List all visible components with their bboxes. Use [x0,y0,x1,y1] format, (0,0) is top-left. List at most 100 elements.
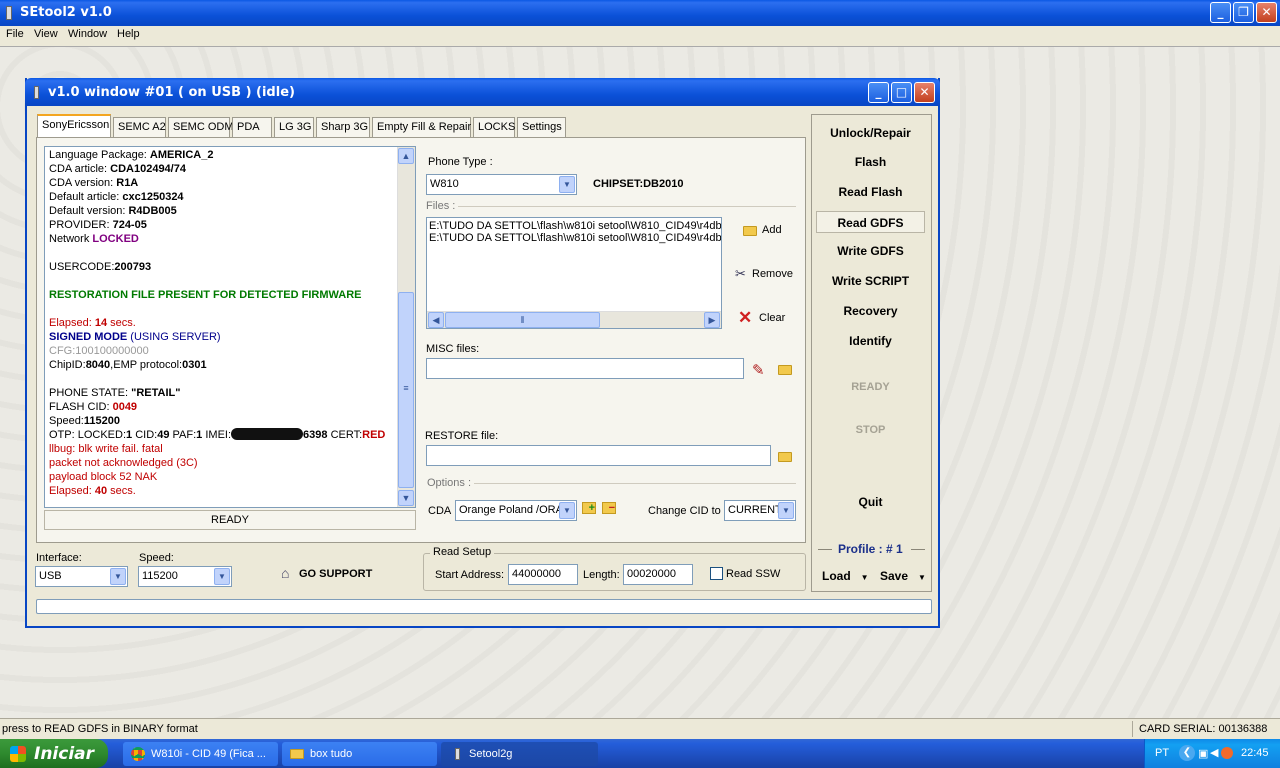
misc-files-input[interactable] [426,358,744,379]
files-list-item[interactable]: E:\TUDO DA SETTOL\flash\w810i setool\W81… [427,218,721,232]
speaker-icon[interactable]: ◀ [1210,746,1218,759]
tab-locks[interactable]: LOCKS [473,117,515,137]
log-line: payload block 52 NAK [49,471,158,483]
log-blank [49,246,415,260]
tab-lg-3g[interactable]: LG 3G [274,117,314,137]
tab-semc-odm[interactable]: SEMC ODM [168,117,234,137]
scroll-down-icon[interactable]: ▼ [398,490,414,506]
network-icon[interactable]: ▣ [1198,747,1208,760]
menu-window[interactable]: Window [68,28,107,40]
chevron-down-icon[interactable]: ▼ [778,502,794,519]
chevron-left-icon[interactable]: ❮ [1179,745,1195,761]
log-line: packet not acknowledged (3C) [49,457,198,469]
restore-file-input[interactable] [426,445,771,466]
child-minimize-button[interactable]: _ [868,82,889,103]
unlock-repair-button[interactable]: Unlock/Repair [816,122,925,144]
chipset-label: CHIPSET:DB2010 [593,178,684,190]
taskbar-item-setool[interactable]: Setool2g [441,742,598,766]
restore-folder-icon[interactable] [778,452,792,462]
files-scroll-thumb[interactable]: ⦀ [445,312,600,328]
menu-view[interactable]: View [34,28,58,40]
tab-pda[interactable]: PDA [232,117,272,137]
flash-button[interactable]: Flash [816,151,925,173]
phone-type-label: Phone Type : [428,156,493,168]
log-line: Default version: R4DB005 [49,205,177,217]
change-cid-select[interactable]: CURRENT ▼ [724,500,796,521]
log-blank [49,372,415,386]
clear-button[interactable]: ✕ Clear [738,308,788,328]
add-cda-icon[interactable]: + [582,502,596,514]
log-blank [49,302,415,316]
menu-help[interactable]: Help [117,28,140,40]
load-button[interactable]: Load ▼ [822,569,869,583]
files-list-item[interactable]: E:\TUDO DA SETTOL\flash\w810i setool\W81… [427,232,721,246]
scroll-right-icon[interactable]: ▶ [704,312,720,328]
tab-settings[interactable]: Settings [517,117,566,137]
antivirus-icon[interactable] [1221,747,1233,759]
log-status: READY [44,510,416,530]
write-script-button[interactable]: Write SCRIPT [816,270,925,292]
speed-select[interactable]: 115200 ▼ [138,566,232,587]
menu-file[interactable]: File [6,28,24,40]
scroll-up-icon[interactable]: ▲ [398,148,414,164]
length-input[interactable]: 00020000 [623,564,693,585]
quit-button[interactable]: Quit [816,491,925,513]
log-line: PHONE STATE: "RETAIL" [49,387,181,399]
misc-folder-icon[interactable] [778,365,792,375]
chevron-down-icon[interactable]: ▼ [559,176,575,193]
chevron-down-icon: ▼ [860,573,869,582]
log-line: Elapsed: 14 secs. [49,317,136,329]
chevron-down-icon[interactable]: ▼ [559,502,575,519]
log-line: Speed:115200 [49,415,120,427]
interface-select[interactable]: USB ▼ [35,566,128,587]
taskbar-item-chrome[interactable]: W810i - CID 49 (Fica ... [123,742,278,766]
house-icon: ⌂ [281,565,290,581]
menu-bar: File View Window Help [0,26,1280,46]
stop-button[interactable]: STOP [816,419,925,441]
start-address-input[interactable]: 44000000 [508,564,578,585]
identify-button[interactable]: Identify [816,330,925,352]
save-button[interactable]: Save ▼ [880,569,926,583]
read-flash-button[interactable]: Read Flash [816,181,925,203]
child-close-button[interactable]: ✕ [914,82,935,103]
phone-type-select[interactable]: W810 ▼ [426,174,577,195]
minimize-button[interactable]: _ [1210,2,1231,23]
write-gdfs-button[interactable]: Write GDFS [816,240,925,262]
scroll-left-icon[interactable]: ◀ [428,312,444,328]
recovery-button[interactable]: Recovery [816,300,925,322]
add-button[interactable]: Add [741,223,791,239]
chevron-down-icon[interactable]: ▼ [110,568,126,585]
log-scroll-thumb[interactable]: ≡ [398,292,414,488]
card-serial: CARD SERIAL: 00136388 [1139,723,1268,735]
log-line: CDA article: CDA102494/74 [49,163,186,175]
options-divider [474,483,796,484]
chevron-down-icon[interactable]: ▼ [214,568,230,585]
log-line: OTP: LOCKED:1 CID:49 PAF:1 IMEI: 6398 CER… [49,428,386,441]
close-button[interactable]: ✕ [1256,2,1277,23]
cda-select[interactable]: Orange Poland /ORA ▼ [455,500,577,521]
log-line: FLASH CID: 0049 [49,401,138,413]
taskbar-item-folder[interactable]: box tudo [282,742,437,766]
go-support-button[interactable]: ⌂ GO SUPPORT [281,565,373,583]
tab-empty-fill-repair[interactable]: Empty Fill & Repair [372,117,471,137]
read-ssw-checkbox[interactable] [710,567,723,580]
tab-sharp-3g[interactable]: Sharp 3G [316,117,370,137]
ready-button[interactable]: READY [816,376,925,398]
start-button[interactable]: Iniciar [0,739,108,768]
child-maximize-button[interactable]: □ [891,82,912,103]
files-group-label: Files : [426,200,456,212]
pencil-icon[interactable]: ✎ [752,361,765,379]
remove-cda-icon[interactable]: − [602,502,616,514]
interface-label: Interface: [36,552,82,564]
chrome-icon [131,747,145,761]
restore-button[interactable]: ❐ [1233,2,1254,23]
tab-semc-a2[interactable]: SEMC A2 [113,117,166,137]
tab-sonyericsson[interactable]: SonyEricsson [37,114,111,138]
profile-divider-right [911,549,925,550]
child-icon [34,86,39,99]
app-title: SEtool2 v1.0 [20,5,112,20]
read-gdfs-button[interactable]: Read GDFS [816,211,925,233]
language-indicator[interactable]: PT [1155,747,1169,759]
remove-button[interactable]: ✂ Remove [734,266,796,283]
progress-bar [36,599,932,614]
